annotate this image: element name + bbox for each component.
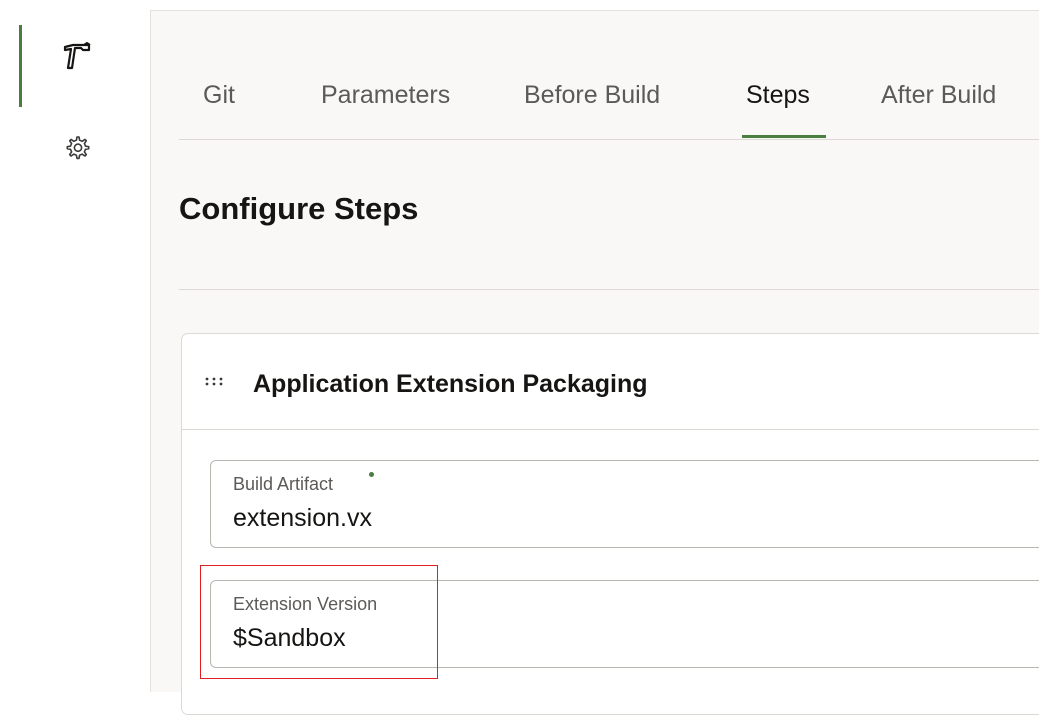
build-artifact-label: Build Artifact <box>233 474 334 494</box>
step-title: Application Extension Packaging <box>253 370 648 398</box>
tab-git[interactable]: Git <box>203 81 235 110</box>
tab-steps[interactable]: Steps <box>746 81 810 110</box>
page-title: Configure Steps <box>179 191 419 226</box>
active-indicator <box>19 25 22 107</box>
drag-handle-icon[interactable] <box>204 375 226 387</box>
hammer-icon <box>62 41 92 76</box>
section-divider <box>179 289 1039 290</box>
build-artifact-field[interactable]: Build Artifact extension.vx <box>210 460 1039 548</box>
tab-bar: Git Parameters Before Build Steps After … <box>179 11 1039 140</box>
tab-before-build[interactable]: Before Build <box>524 81 660 110</box>
required-indicator <box>369 472 374 477</box>
side-rail <box>0 0 150 692</box>
step-card-header: Application Extension Packaging <box>182 334 1039 430</box>
build-artifact-value: extension.vx <box>233 504 372 532</box>
settings-nav-button[interactable] <box>55 130 99 170</box>
tab-after-build[interactable]: After Build <box>881 81 996 110</box>
active-tab-underline <box>742 135 826 138</box>
step-card: Application Extension Packaging Build Ar… <box>181 333 1039 715</box>
extension-version-value: $Sandbox <box>233 624 346 652</box>
gear-icon <box>62 133 92 168</box>
extension-version-label: Extension Version <box>233 594 378 614</box>
tab-parameters[interactable]: Parameters <box>321 81 450 110</box>
extension-version-field[interactable]: Extension Version $Sandbox <box>210 580 1039 668</box>
build-nav-button[interactable] <box>55 38 99 78</box>
main-panel: Git Parameters Before Build Steps After … <box>150 10 1039 715</box>
